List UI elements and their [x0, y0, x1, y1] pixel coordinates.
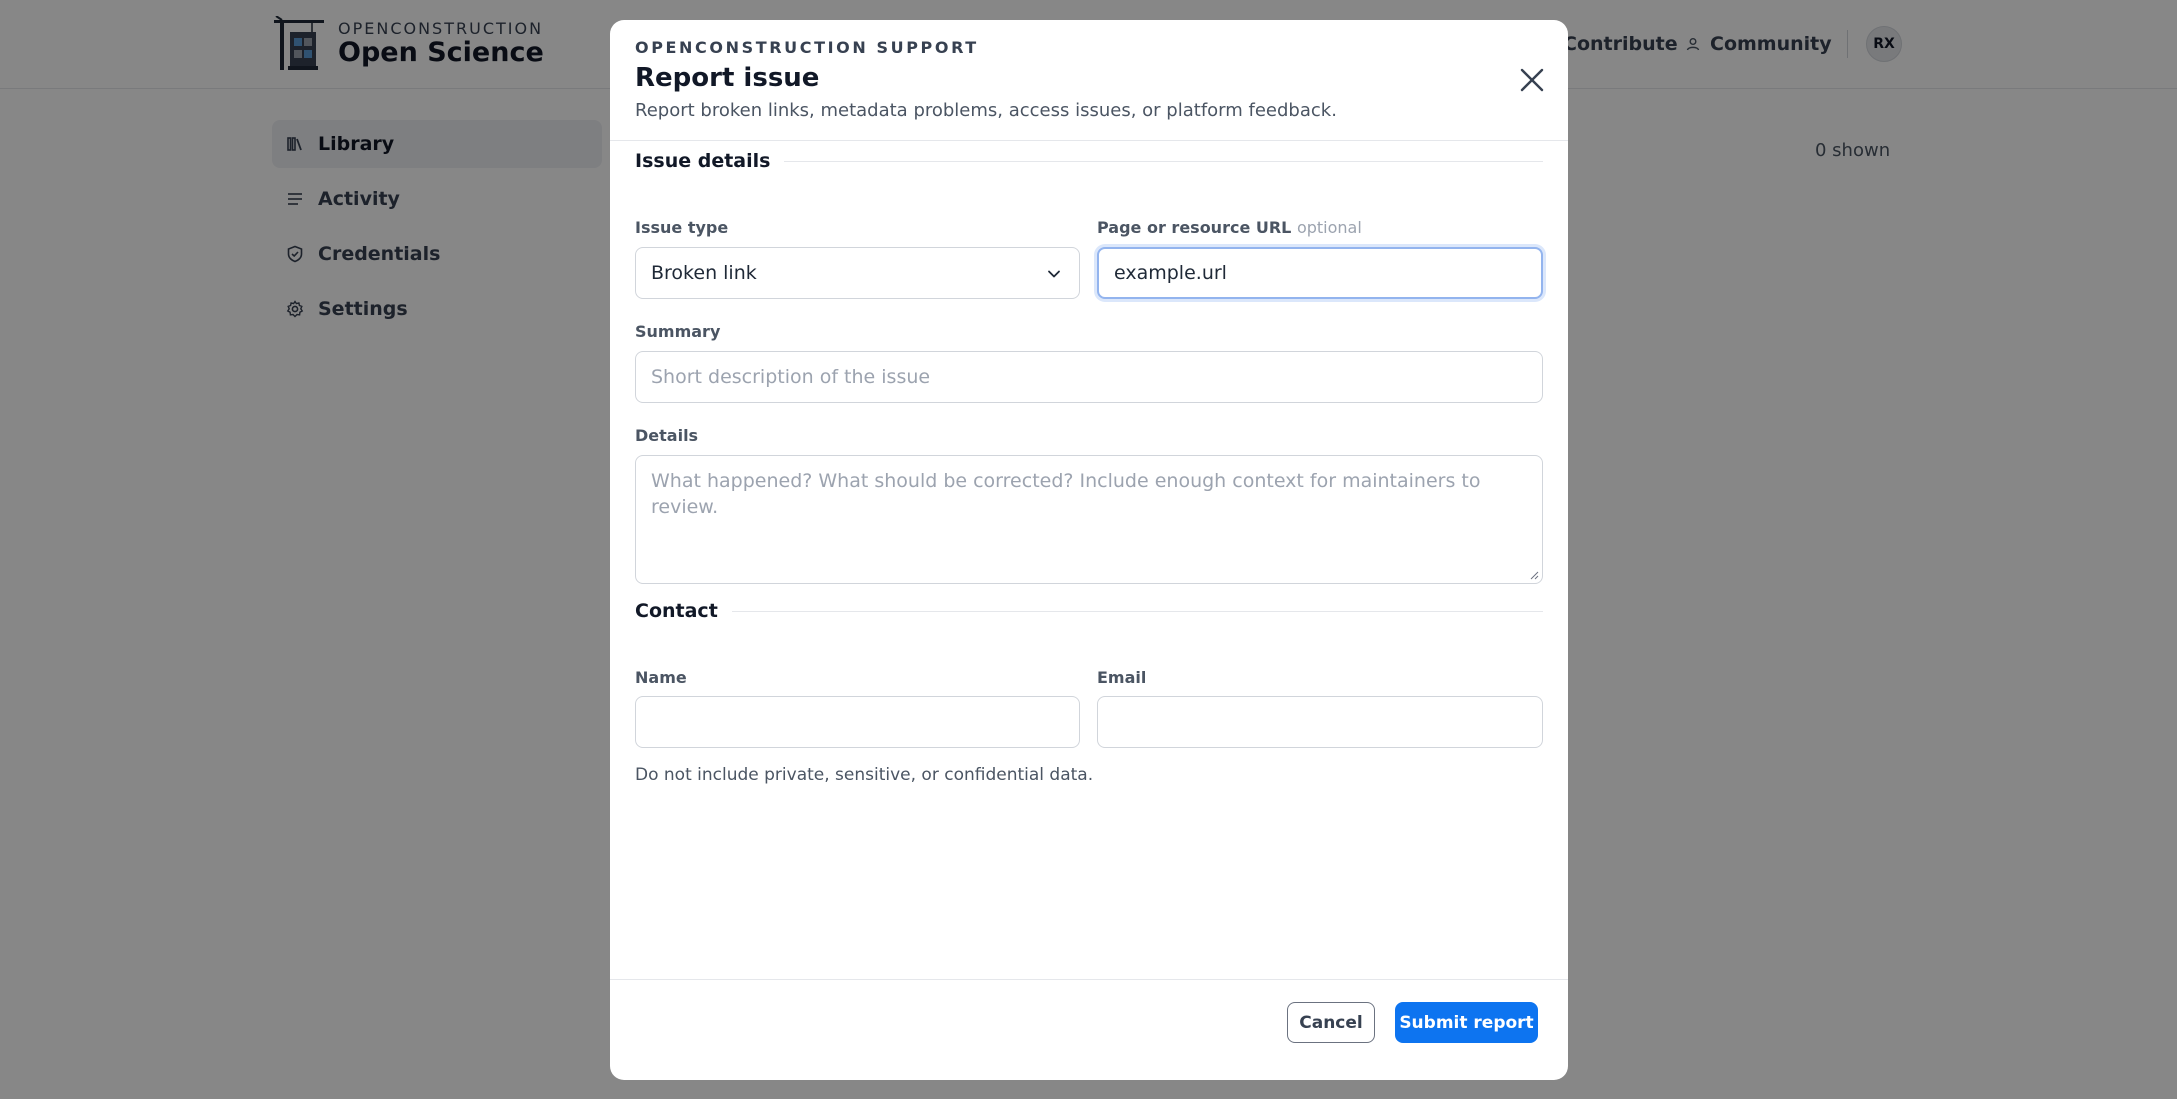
url-input[interactable]: example.url	[1097, 247, 1543, 299]
resize-handle-icon[interactable]	[1529, 570, 1539, 580]
issue-type-label: Issue type	[635, 218, 729, 237]
privacy-note: Do not include private, sensitive, or co…	[635, 765, 1094, 785]
section-divider	[731, 610, 1543, 612]
name-input[interactable]	[635, 696, 1080, 748]
name-label: Name	[635, 668, 687, 687]
details-textarea[interactable]: What happened? What should be corrected?…	[635, 455, 1543, 584]
issue-type-value: Broken link	[651, 262, 757, 284]
url-value: example.url	[1114, 262, 1227, 284]
section-divider	[784, 160, 1543, 162]
summary-label: Summary	[635, 322, 721, 341]
section-title: Contact	[635, 600, 718, 622]
issue-type-select[interactable]: Broken link	[635, 247, 1080, 299]
close-icon[interactable]	[1516, 64, 1548, 96]
dialog-subtitle: Report broken links, metadata problems, …	[635, 100, 1337, 121]
summary-placeholder: Short description of the issue	[651, 366, 931, 388]
dialog-eyebrow: OPENCONSTRUCTION SUPPORT	[635, 38, 979, 57]
dialog-footer: Cancel Submit report	[610, 979, 1568, 1080]
url-label: Page or resource URL optional	[1097, 218, 1362, 237]
details-label: Details	[635, 426, 699, 445]
dialog-header: OPENCONSTRUCTION SUPPORT Report issue Re…	[610, 20, 1568, 141]
cancel-button[interactable]: Cancel	[1287, 1002, 1375, 1043]
report-issue-dialog: OPENCONSTRUCTION SUPPORT Report issue Re…	[610, 20, 1568, 1080]
section-issue-details: Issue details	[635, 150, 1543, 172]
url-label-text: Page or resource URL	[1097, 218, 1292, 237]
email-input[interactable]	[1097, 696, 1543, 748]
chevron-down-icon	[1048, 270, 1060, 278]
submit-report-button[interactable]: Submit report	[1395, 1002, 1538, 1043]
section-contact: Contact	[635, 600, 1543, 622]
dialog-title: Report issue	[635, 63, 820, 93]
details-placeholder: What happened? What should be corrected?…	[651, 470, 1481, 518]
email-label: Email	[1097, 668, 1147, 687]
section-title: Issue details	[635, 150, 771, 172]
optional-tag: optional	[1296, 218, 1362, 237]
summary-input[interactable]: Short description of the issue	[635, 351, 1543, 403]
